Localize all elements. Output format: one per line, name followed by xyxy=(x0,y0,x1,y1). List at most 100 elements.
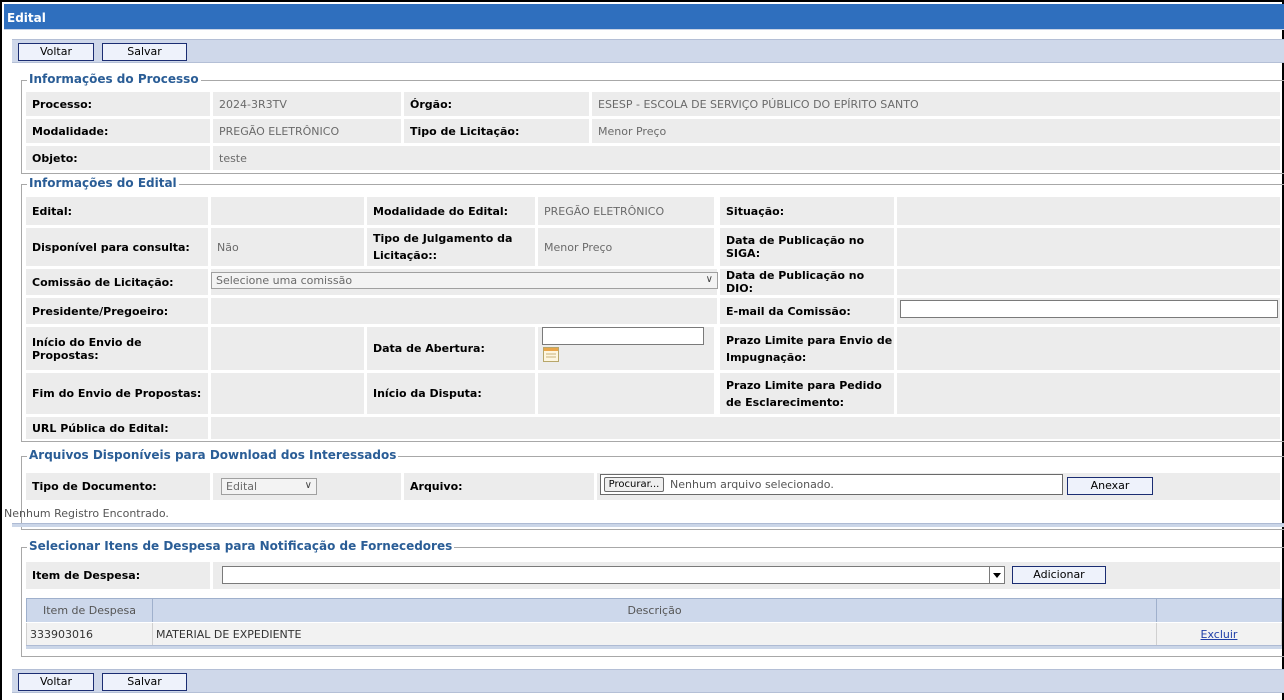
fim-envio-label-cell: Fim do Envio de Propostas: xyxy=(26,373,208,414)
pub-dio-label: Data de Publicação no DIO: xyxy=(726,269,865,295)
julgamento-label: Tipo de Julgamento da Licitação:: xyxy=(373,232,513,262)
pub-dio-value-cell xyxy=(897,269,1280,295)
data-abertura-label: Data de Abertura: xyxy=(373,342,485,355)
processo-value-cell: 2024-3R3TV xyxy=(213,92,401,116)
orgao-label-cell: Órgão: xyxy=(404,92,589,116)
tipo-licitacao-value-cell: Menor Preço xyxy=(592,119,1280,143)
julgamento-value-cell: Menor Preço xyxy=(538,228,714,266)
add-button[interactable]: Adicionar xyxy=(1012,566,1106,584)
tipo-documento-label-cell: Tipo de Documento: xyxy=(26,473,210,500)
url-label-cell: URL Pública do Edital: xyxy=(26,417,208,439)
inicio-envio-value-cell xyxy=(211,327,364,370)
presidente-label: Presidente/Pregoeiro: xyxy=(32,304,169,318)
situacao-label-cell: Situação: xyxy=(720,197,894,225)
objeto-label: Objeto: xyxy=(32,151,78,165)
empty-message: Nenhum Registro Encontrado. xyxy=(4,507,169,520)
prazo-esclarecimento-label: Prazo Limite para Pedido de Esclarecimen… xyxy=(726,378,882,409)
objeto-value-cell: teste xyxy=(213,146,1280,170)
inicio-disputa-value-cell xyxy=(538,373,714,414)
processo-label: Processo: xyxy=(32,97,93,111)
chevron-down-icon: ∨ xyxy=(705,274,713,285)
disponivel-label-cell: Disponível para consulta: xyxy=(26,228,208,266)
table-row-code: 333903016 xyxy=(26,623,153,645)
situacao-label: Situação: xyxy=(726,204,785,218)
back-button[interactable]: Voltar xyxy=(18,43,94,61)
processo-legend: Informações do Processo xyxy=(27,72,201,86)
no-file-text: Nenhum arquivo selecionado. xyxy=(670,478,834,491)
file-input[interactable]: Procurar... Nenhum arquivo selecionado. xyxy=(600,474,1063,495)
pub-siga-label-cell: Data de Publicação no SIGA: xyxy=(720,228,894,266)
email-input[interactable] xyxy=(900,300,1278,318)
inicio-envio-label-cell: Início do Envio de Propostas: xyxy=(26,327,208,370)
disponivel-label: Disponível para consulta: xyxy=(32,240,190,254)
save-button[interactable]: Salvar xyxy=(102,673,187,691)
tipo-licitacao-label-cell: Tipo de Licitação: xyxy=(404,119,589,143)
prazo-esclarecimento-label-cell: Prazo Limite para Pedido de Esclarecimen… xyxy=(720,373,894,414)
disponivel-value: Não xyxy=(217,240,239,254)
modalidade-label-cell: Modalidade: xyxy=(26,119,210,143)
arquivo-label: Arquivo: xyxy=(410,480,463,493)
edital-legend: Informações do Edital xyxy=(27,176,179,190)
situacao-value-cell xyxy=(897,197,1280,225)
prazo-impugnacao-label-cell: Prazo Limite para Envio de Impugnação: xyxy=(720,327,894,370)
objeto-label-cell: Objeto: xyxy=(26,146,210,170)
bottom-button-bar: Voltar Salvar xyxy=(12,669,1284,693)
prazo-esclarecimento-value-cell xyxy=(897,373,1280,414)
julgamento-label-cell: Tipo de Julgamento da Licitação:: xyxy=(367,228,535,266)
pub-dio-label-cell: Data de Publicação no DIO: xyxy=(720,269,894,295)
comissao-select[interactable]: Selecione uma comissão ∨ xyxy=(211,272,718,289)
modalidade-value: PREGÃO ELETRÔNICO xyxy=(219,124,340,138)
attach-button[interactable]: Anexar xyxy=(1067,477,1153,495)
despesa-grid-footer xyxy=(26,645,1282,649)
data-abertura-input[interactable] xyxy=(542,327,704,345)
inicio-disputa-label-cell: Início da Disputa: xyxy=(367,373,535,414)
table-row-action: Excluir xyxy=(1157,623,1282,645)
item-despesa-input[interactable] xyxy=(222,566,990,584)
pub-siga-value-cell xyxy=(897,228,1280,266)
tipo-licitacao-value: Menor Preço xyxy=(598,124,667,138)
orgao-value: ESESP - ESCOLA DE SERVIÇO PÚBLICO DO EPÍ… xyxy=(598,97,919,111)
save-button[interactable]: Salvar xyxy=(102,43,187,61)
data-abertura-label-cell: Data de Abertura: xyxy=(367,327,535,370)
modalidade-edital-value-cell: PREGÃO ELETRÔNICO xyxy=(538,197,714,225)
back-button[interactable]: Voltar xyxy=(18,673,94,691)
tipo-licitacao-label: Tipo de Licitação: xyxy=(410,124,520,138)
edital-value-cell xyxy=(211,197,364,225)
email-label-cell: E-mail da Comissão: xyxy=(720,298,894,324)
tipo-documento-label: Tipo de Documento: xyxy=(32,480,157,493)
inicio-disputa-label: Início da Disputa: xyxy=(373,387,482,400)
tipo-documento-selected: Edital xyxy=(226,480,258,493)
url-label: URL Pública do Edital: xyxy=(32,421,169,435)
processo-label-cell: Processo: xyxy=(26,92,210,116)
column-header-action xyxy=(1157,598,1282,622)
caret-down-icon xyxy=(993,572,1001,578)
tipo-documento-select[interactable]: Edital ∨ xyxy=(221,478,317,495)
orgao-label: Órgão: xyxy=(410,97,453,111)
inicio-envio-label: Início do Envio de Propostas: xyxy=(32,335,142,362)
processo-value: 2024-3R3TV xyxy=(219,97,287,111)
edital-label-cell: Edital: xyxy=(26,197,208,225)
disponivel-value-cell: Não xyxy=(211,228,364,266)
column-header-item: Item de Despesa xyxy=(26,598,153,622)
edital-label: Edital: xyxy=(32,204,73,218)
top-button-bar: Voltar Salvar xyxy=(12,39,1284,63)
julgamento-value: Menor Preço xyxy=(544,240,613,254)
window-frame: Edital Voltar Salvar Informações do Proc… xyxy=(0,0,1284,700)
prazo-impugnacao-value-cell xyxy=(897,327,1280,370)
url-value-cell xyxy=(211,417,1280,439)
comissao-selected: Selecione uma comissão xyxy=(216,274,353,287)
objeto-value: teste xyxy=(219,151,247,165)
despesa-legend: Selecionar Itens de Despesa para Notific… xyxy=(27,539,455,553)
column-header-descricao: Descrição xyxy=(153,598,1157,622)
browse-button[interactable]: Procurar... xyxy=(604,477,664,492)
delete-link[interactable]: Excluir xyxy=(1201,628,1238,641)
item-despesa-label: Item de Despesa: xyxy=(32,569,141,582)
item-despesa-dropdown[interactable] xyxy=(990,566,1005,584)
arquivos-legend: Arquivos Disponíveis para Download dos I… xyxy=(27,448,399,462)
comissao-label: Comissão de Licitação: xyxy=(32,275,174,289)
email-label: E-mail da Comissão: xyxy=(726,304,851,318)
calendar-icon[interactable] xyxy=(543,347,559,362)
table-row-description: MATERIAL DE EXPEDIENTE xyxy=(153,623,1157,645)
presidente-label-cell: Presidente/Pregoeiro: xyxy=(26,298,208,324)
modalidade-edital-label-cell: Modalidade do Edital: xyxy=(367,197,535,225)
